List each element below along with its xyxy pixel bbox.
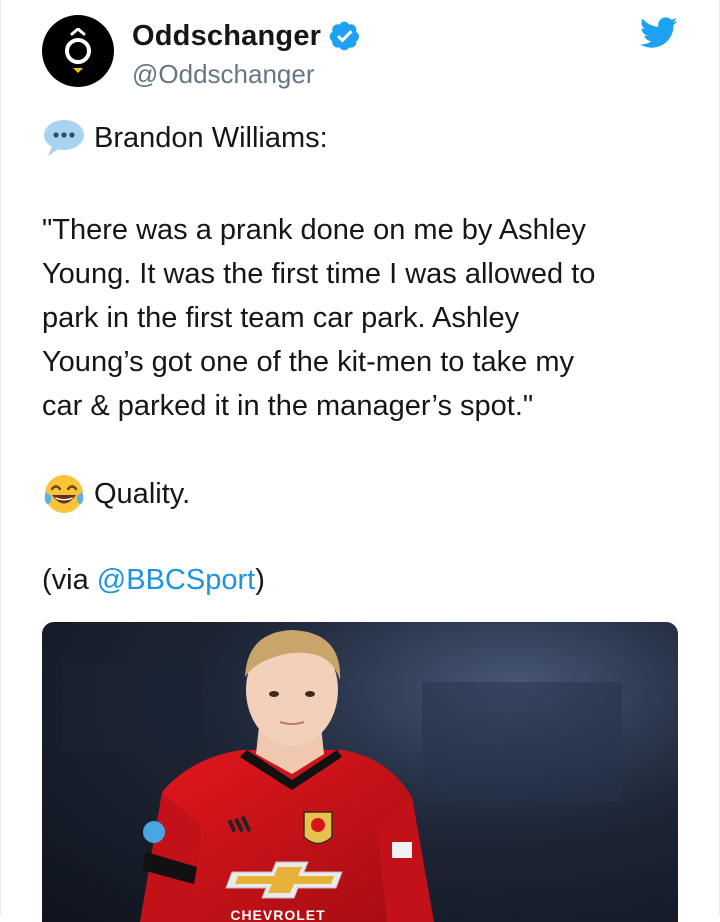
intro-line: Brandon Williams: bbox=[42, 112, 682, 164]
user-handle[interactable]: @Oddschanger bbox=[132, 59, 361, 90]
player-photo-illustration: CHEVROLET bbox=[42, 622, 678, 922]
tears-of-joy-icon bbox=[44, 475, 84, 513]
via-prefix: (via bbox=[42, 564, 97, 596]
quote-line-3: park in the first team car park. Ashley bbox=[42, 302, 520, 334]
display-name[interactable]: Oddschanger bbox=[132, 20, 321, 53]
twitter-bird-icon[interactable] bbox=[640, 17, 678, 49]
oddschanger-logo-icon bbox=[65, 28, 91, 73]
avatar[interactable] bbox=[42, 15, 114, 87]
verified-badge-icon bbox=[329, 21, 360, 51]
quote-line-4: Young’s got one of the kit-men to take m… bbox=[42, 346, 574, 378]
bbcsport-mention-link[interactable]: @BBCSport bbox=[97, 564, 255, 596]
speech-balloon-icon bbox=[44, 120, 84, 156]
quote-line-5: car & parked it in the manager’s spot." bbox=[42, 390, 534, 422]
via-suffix: ) bbox=[255, 564, 265, 596]
shirt-sponsor-text: CHEVROLET bbox=[230, 907, 325, 922]
tweet-photo[interactable]: CHEVROLET bbox=[42, 622, 678, 922]
via-line: (via @BBCSport) bbox=[42, 558, 682, 602]
tweet-header: Oddschanger @Oddschanger bbox=[42, 15, 682, 90]
quote-line-1: "There was a prank done on me by Ashley bbox=[42, 214, 586, 246]
tweet-text: Brandon Williams: "There was a prank don… bbox=[42, 112, 682, 602]
quote-line-2: Young. It was the first time I was allow… bbox=[42, 258, 596, 290]
reaction-text: Quality. bbox=[94, 478, 191, 510]
reaction-line: Quality. bbox=[42, 468, 682, 520]
intro-text: Brandon Williams: bbox=[94, 122, 328, 154]
